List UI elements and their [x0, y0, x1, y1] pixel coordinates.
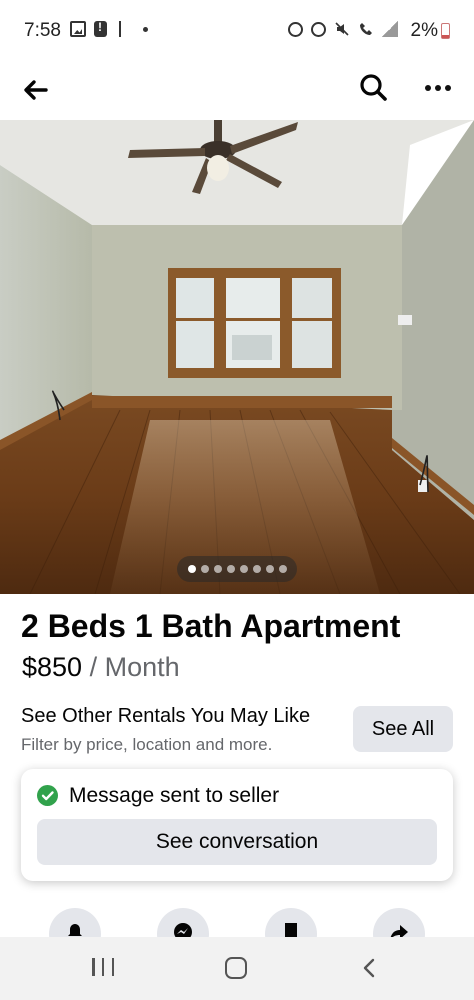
recents-bar [101, 958, 105, 976]
more-horizontal-icon [425, 85, 431, 91]
pagination-dot[interactable] [252, 565, 261, 573]
price-unit: / Month [89, 652, 180, 682]
signal-icon [382, 21, 398, 37]
recents-button[interactable] [92, 958, 114, 978]
clock-icon [311, 21, 326, 37]
pagination-dot[interactable] [239, 565, 248, 573]
notify-button[interactable] [49, 908, 101, 938]
messenger-icon [174, 923, 192, 938]
message-sent-card: Message sent to seller See conversation [21, 769, 453, 881]
image-icon [70, 21, 86, 37]
more-button[interactable] [420, 70, 456, 106]
pagination-dot[interactable] [187, 565, 196, 573]
wifi-call-icon [358, 21, 374, 37]
message-button[interactable] [157, 908, 209, 938]
see-conversation-button[interactable]: See conversation [37, 819, 437, 865]
dot-icon [143, 26, 148, 32]
arrow-left-icon [24, 80, 48, 100]
action-buttons-row [0, 908, 474, 938]
more-dot [445, 85, 451, 91]
other-rentals-subtitle: Filter by price, location and more. [21, 735, 273, 754]
mute-icon [334, 21, 350, 37]
photo-pagination [177, 556, 297, 582]
listing-photo[interactable] [0, 120, 474, 594]
usb-icon [119, 21, 129, 37]
back-chevron-icon [363, 958, 375, 978]
status-right-icons [288, 21, 398, 37]
app-header [0, 62, 474, 118]
message-sent-text: Message sent to seller [69, 784, 280, 807]
price-row: $850 / Month [22, 652, 180, 683]
status-bar: 7:58 2% [0, 0, 474, 62]
search-icon [360, 74, 387, 101]
alarm-icon [288, 21, 303, 37]
search-button[interactable] [356, 70, 392, 106]
back-button[interactable] [18, 72, 54, 108]
system-back-button[interactable] [358, 956, 382, 980]
recents-icon [92, 958, 95, 976]
status-left-icons [70, 20, 148, 37]
more-dot [435, 85, 441, 91]
bookmark-icon [285, 923, 297, 938]
alert-icon [94, 20, 107, 37]
share-button[interactable] [373, 908, 425, 938]
battery-icon [441, 23, 450, 39]
status-time: 7:58 [24, 20, 61, 41]
system-nav-bar [0, 937, 474, 1000]
pagination-dot[interactable] [226, 565, 235, 573]
battery-indicator: 2% [411, 20, 450, 42]
recents-bar [111, 958, 114, 976]
battery-percent: 2% [410, 20, 438, 41]
pagination-dot[interactable] [278, 565, 287, 573]
pagination-dot[interactable] [265, 565, 274, 573]
check-circle-icon [37, 785, 58, 806]
room-photo-illustration [0, 120, 474, 594]
save-button[interactable] [265, 908, 317, 938]
other-rentals-title: See Other Rentals You May Like [21, 705, 311, 727]
bell-icon [68, 924, 82, 936]
listing-price: $850 [22, 652, 83, 682]
see-all-button[interactable]: See All [353, 706, 453, 752]
share-icon [390, 925, 408, 938]
pagination-dot[interactable] [213, 565, 222, 573]
home-button[interactable] [225, 957, 247, 979]
pagination-dot[interactable] [200, 565, 209, 573]
listing-title: 2 Beds 1 Bath Apartment [21, 608, 401, 644]
